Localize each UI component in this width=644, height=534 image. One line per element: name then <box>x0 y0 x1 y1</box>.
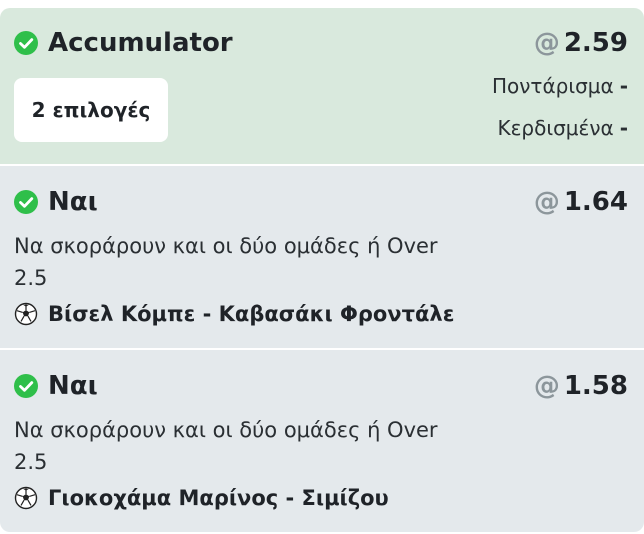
odds-at-symbol: @ <box>533 28 560 58</box>
accumulator-card: Accumulator @2.59 2 επιλογές Ποντάρισμα -… <box>0 8 644 164</box>
selection-market: Να σκοράρουν και οι δύο ομάδες ή Over 2.… <box>14 418 438 474</box>
selection-match: Γιοκοχάμα Μαρίνος - Σιμίζου <box>14 486 389 510</box>
winnings-row: Κερδισμένα - <box>497 116 628 140</box>
selection-odds: @1.58 <box>534 371 628 401</box>
soccer-ball-icon <box>14 302 38 326</box>
accumulator-title: Accumulator <box>48 28 233 58</box>
selection-card[interactable]: Ναι @1.58 Να σκοράρουν και οι δύο ομάδες… <box>0 350 644 532</box>
stake-value: - <box>619 74 628 98</box>
check-circle-icon <box>14 190 38 214</box>
accumulator-odds: @2.59 <box>534 28 628 58</box>
selections-count-button[interactable]: 2 επιλογές <box>14 78 168 142</box>
stake-row: Ποντάρισμα - <box>492 74 628 98</box>
odds-at-symbol: @ <box>533 371 560 401</box>
match-name: Γιοκοχάμα Μαρίνος - Σιμίζου <box>48 486 389 510</box>
odds-value: 1.64 <box>563 187 628 217</box>
soccer-ball-icon <box>14 486 38 510</box>
match-name: Βίσελ Κόμπε - Καβασάκι Φροντάλε <box>48 302 455 326</box>
selection-market: Να σκοράρουν και οι δύο ομάδες ή Over 2.… <box>14 234 438 290</box>
selection-pick: Ναι <box>48 371 98 401</box>
check-circle-icon <box>14 31 38 55</box>
stake-label: Ποντάρισμα <box>491 74 614 98</box>
odds-at-symbol: @ <box>533 187 560 217</box>
selection-pick: Ναι <box>48 187 98 217</box>
winnings-value: - <box>619 116 628 140</box>
winnings-label: Κερδισμένα <box>497 116 614 140</box>
odds-value: 1.58 <box>563 371 628 401</box>
odds-value: 2.59 <box>563 28 628 58</box>
selection-card[interactable]: Ναι @1.64 Να σκοράρουν και οι δύο ομάδες… <box>0 166 644 348</box>
selection-odds: @1.64 <box>534 187 628 217</box>
selection-match: Βίσελ Κόμπε - Καβασάκι Φροντάλε <box>14 302 454 326</box>
check-circle-icon <box>14 374 38 398</box>
betslip: Accumulator @2.59 2 επιλογές Ποντάρισμα -… <box>0 0 644 534</box>
